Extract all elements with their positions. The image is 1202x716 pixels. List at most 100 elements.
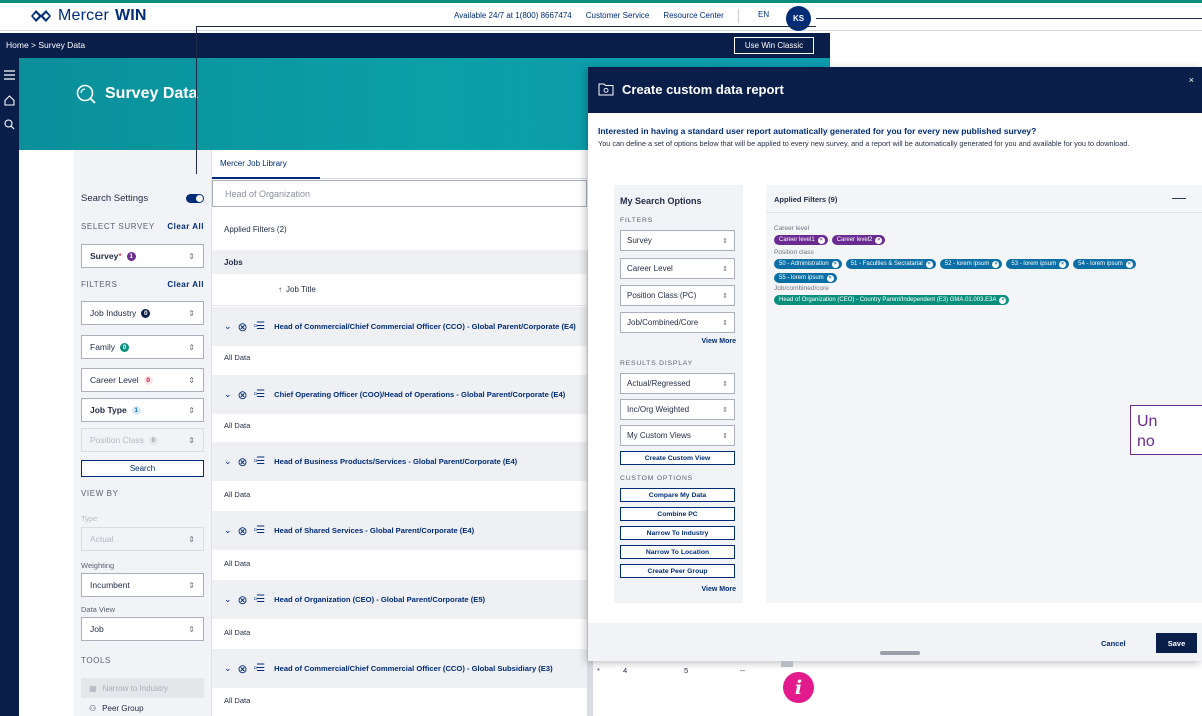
job-industry-select[interactable]: Job Industry 0 ⇕: [81, 301, 204, 325]
tab-mercer-job-library[interactable]: Mercer Job Library: [220, 159, 287, 168]
narrow-to-industry-button[interactable]: Narrow To Industry: [620, 526, 735, 540]
type-label: Type: [81, 514, 98, 523]
language-selector[interactable]: EN: [758, 10, 769, 19]
inc-org-weighted-select[interactable]: Inc/Org Weighted ⇕: [620, 399, 735, 420]
mercer-logo[interactable]: Mercer WIN: [30, 7, 147, 25]
remove-circle-icon[interactable]: ⊗: [238, 524, 248, 538]
data-view-select[interactable]: Job ⇕: [81, 617, 204, 641]
career-level-select[interactable]: Career Level 0 ⇕: [81, 368, 204, 392]
close-icon[interactable]: ×: [992, 260, 1000, 268]
job-title[interactable]: Head of Organization (CEO) - Global Pare…: [274, 595, 485, 604]
filter-chip[interactable]: 50 - Administration ×: [774, 259, 842, 269]
combine-pc-button[interactable]: Combine PC: [620, 507, 735, 521]
job-title[interactable]: Head of Shared Services - Global Parent/…: [274, 526, 474, 535]
filter-chip[interactable]: 53 - lorem ipsum ×: [1006, 259, 1070, 269]
filter-chip[interactable]: 52 - lorem ipsum ×: [939, 259, 1003, 269]
remove-circle-icon[interactable]: ⊗: [238, 662, 248, 676]
actual-regressed-select[interactable]: Actual/Regressed ⇕: [620, 373, 735, 394]
weighting-select[interactable]: Incumbent ⇕: [81, 573, 204, 597]
filter-chip[interactable]: Career level1 ×: [774, 235, 828, 245]
filter-chip[interactable]: Career level2 ×: [831, 235, 886, 245]
create-peer-group-button[interactable]: Create Peer Group: [620, 564, 735, 578]
customer-service-link[interactable]: Customer Service: [586, 11, 650, 23]
search-icon[interactable]: [3, 118, 16, 131]
chevron-down-icon[interactable]: ⌄: [224, 663, 232, 674]
page-link[interactable]: 4: [623, 666, 627, 675]
view-more-filters-link[interactable]: View More: [702, 338, 737, 345]
career-level-option-select[interactable]: Career Level ⇕: [620, 258, 735, 279]
info-icon[interactable]: i: [783, 672, 814, 703]
updown-icon: ⇕: [188, 375, 195, 385]
custom-views-select[interactable]: My Custom Views ⇕: [620, 425, 735, 446]
close-icon[interactable]: ×: [1189, 75, 1194, 85]
list-icon[interactable]: ▫☰: [254, 389, 265, 400]
chevron-down-icon[interactable]: ⌄: [224, 525, 232, 536]
job-combined-option-select[interactable]: Job/Combined/Core ⇕: [620, 312, 735, 333]
narrow-to-location-button[interactable]: Narrow To Location: [620, 545, 735, 559]
family-select[interactable]: Family 0 ⇕: [81, 335, 204, 359]
remove-circle-icon[interactable]: ⊗: [238, 388, 248, 402]
applied-filters-toggle[interactable]: Applied Filters (2): [224, 225, 287, 234]
breadcrumb[interactable]: Home > Survey Data: [6, 40, 85, 50]
job-title[interactable]: Chief Operating Officer (COO)/Head of Op…: [274, 390, 565, 399]
save-button[interactable]: Save: [1156, 633, 1197, 653]
compare-my-data-button[interactable]: Compare My Data: [620, 488, 735, 502]
resource-center-link[interactable]: Resource Center: [663, 11, 723, 23]
job-row[interactable]: ⌄ ⊗ ▫☰ Chief Operating Officer (COO)/Hea…: [212, 375, 587, 414]
cancel-button[interactable]: Cancel: [1101, 639, 1126, 648]
close-icon[interactable]: ×: [826, 274, 834, 282]
chevron-down-icon[interactable]: ⌄: [224, 389, 232, 400]
view-more-options-link[interactable]: View More: [702, 586, 737, 593]
close-icon[interactable]: ×: [1125, 260, 1133, 268]
filter-chip[interactable]: 55 - lorem ipsum ×: [774, 273, 837, 283]
list-icon[interactable]: ▫☰: [254, 663, 265, 674]
close-icon[interactable]: ×: [1059, 260, 1067, 268]
close-icon[interactable]: ×: [831, 260, 839, 268]
job-row[interactable]: ⌄ ⊗ ▫☰ Head of Commercial/Chief Commerci…: [212, 649, 587, 688]
minimize-icon[interactable]: —: [1172, 189, 1186, 205]
remove-circle-icon[interactable]: ⊗: [238, 455, 248, 469]
survey-select[interactable]: Survey * 1 ⇕: [81, 244, 204, 268]
remove-circle-icon[interactable]: ⊗: [238, 320, 248, 334]
peer-group-tool[interactable]: ⚇ Peer Group: [81, 698, 204, 716]
list-icon[interactable]: ▫☰: [254, 594, 265, 605]
close-icon[interactable]: ×: [999, 296, 1007, 304]
chevron-down-icon[interactable]: ⌄: [224, 456, 232, 467]
use-win-classic-button[interactable]: Use Win Classic: [734, 37, 814, 54]
job-title[interactable]: Head of Commercial/Chief Commercial Offi…: [274, 322, 576, 331]
filter-chip[interactable]: 54 - lorem ipsum ×: [1073, 259, 1136, 269]
menu-icon[interactable]: [3, 68, 16, 81]
survey-option-select[interactable]: Survey ⇕: [620, 230, 735, 251]
chevron-down-icon[interactable]: ⌄: [224, 594, 232, 605]
close-icon[interactable]: ×: [817, 236, 825, 244]
job-row[interactable]: ⌄ ⊗ ▫☰ Head of Commercial/Chief Commerci…: [212, 307, 587, 346]
clear-filters-link[interactable]: Clear All: [167, 280, 204, 289]
page-link[interactable]: 5: [684, 666, 688, 675]
divider: [737, 9, 739, 23]
list-icon[interactable]: ▫☰: [254, 525, 265, 536]
close-icon[interactable]: ×: [925, 260, 933, 268]
home-icon[interactable]: [3, 94, 16, 107]
job-row[interactable]: ⌄ ⊗ ▫☰ Head of Shared Services - Global …: [212, 511, 587, 550]
chevron-down-icon[interactable]: ⌄: [224, 321, 232, 332]
job-row[interactable]: ⌄ ⊗ ▫☰ Head of Business Products/Service…: [212, 442, 587, 481]
close-icon[interactable]: ×: [875, 236, 883, 244]
filter-chip[interactable]: 51 - Faculties & Secratarial ×: [845, 259, 936, 269]
remove-circle-icon[interactable]: ⊗: [238, 593, 248, 607]
position-class-option-select[interactable]: Position Class (PC) ⇕: [620, 285, 735, 306]
clear-survey-link[interactable]: Clear All: [167, 222, 204, 231]
job-title[interactable]: Head of Commercial/Chief Commercial Offi…: [274, 664, 553, 673]
job-title-column-header[interactable]: ↑ Job Title: [212, 274, 587, 306]
job-type-select[interactable]: Job Type 1 ⇕: [81, 398, 204, 422]
job-title[interactable]: Head of Business Products/Services - Glo…: [274, 457, 517, 466]
search-button[interactable]: Search: [81, 460, 204, 477]
list-icon[interactable]: ▫☰: [254, 456, 265, 467]
filter-chip[interactable]: Head of Organization (CEO) - Country Par…: [774, 295, 1010, 305]
search-settings-toggle[interactable]: [186, 194, 204, 203]
resize-handle[interactable]: [880, 651, 920, 655]
create-custom-view-button[interactable]: Create Custom View: [620, 451, 735, 465]
job-search-input[interactable]: Head of Organization: [212, 180, 587, 207]
user-avatar[interactable]: KS: [786, 6, 811, 31]
list-icon[interactable]: ▫☰: [254, 321, 265, 332]
job-row[interactable]: ⌄ ⊗ ▫☰ Head of Organization (CEO) - Glob…: [212, 580, 587, 619]
